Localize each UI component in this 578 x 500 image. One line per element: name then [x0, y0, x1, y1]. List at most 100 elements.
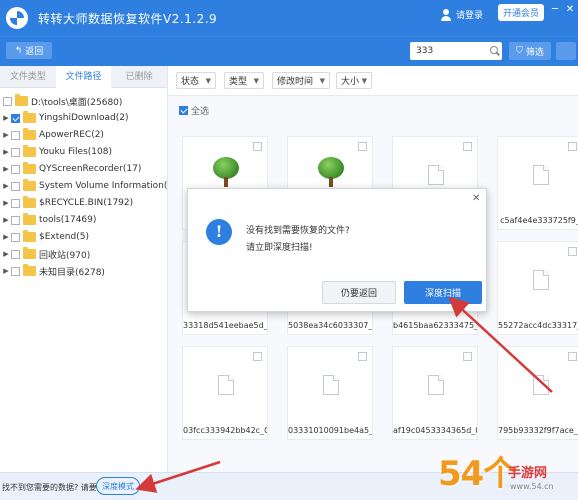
sidebar-folder-item[interactable]: ▶ $Extend(5) [2, 229, 89, 245]
folder-checkbox[interactable] [11, 113, 20, 123]
file-checkbox[interactable] [253, 352, 262, 361]
file-icon [428, 165, 444, 185]
folder-label: ApowerREC(2) [39, 130, 104, 140]
expand-caret-icon[interactable]: ▶ [2, 216, 10, 224]
expand-caret-icon[interactable]: ▶ [2, 182, 10, 190]
folder-label: YingshiDownload(2) [39, 113, 129, 123]
folder-label: System Volume Information(3) [39, 181, 177, 191]
folder-checkbox[interactable] [11, 147, 20, 157]
file-card[interactable]: af19c0453334365d_0 [392, 346, 478, 440]
folder-checkbox[interactable] [11, 215, 20, 225]
file-name: 795b93332f9f7ace_0 [498, 426, 578, 435]
title-bar: 转转大师数据恢复软件V2.1.2.9 请登录 开通会员 ─ ✕ [0, 0, 578, 36]
tab-file-type[interactable]: 文件类型 [0, 66, 56, 88]
folder-checkbox[interactable] [11, 164, 20, 174]
folder-checkbox[interactable] [11, 249, 20, 259]
bottom-hint: 找不到您需要的数据? 请要 [2, 483, 97, 492]
file-card[interactable]: 03331010091be4a5_0 [287, 346, 373, 440]
search-input[interactable] [416, 46, 488, 56]
minimize-icon[interactable]: ─ [549, 4, 561, 16]
sidebar-folder-item[interactable]: ▶ $RECYCLE.BIN(1792) [2, 195, 133, 211]
file-checkbox[interactable] [463, 142, 472, 151]
file-name: af19c0453334365d_0 [393, 426, 477, 435]
expand-caret-icon[interactable]: ▶ [2, 114, 10, 122]
file-icon [218, 375, 234, 395]
expand-caret-icon[interactable]: ▶ [2, 165, 10, 173]
sidebar-folder-item[interactable]: ▶ 回收站(970) [2, 246, 90, 262]
file-checkbox[interactable] [463, 352, 472, 361]
expand-caret-icon[interactable]: ▶ [2, 199, 10, 207]
file-checkbox[interactable] [568, 352, 577, 361]
file-name: 03fcc333942bb42c_0 [183, 426, 267, 435]
sidebar: 文件类型 文件路径 已删除 D:\tools\桌面(25680) ▶ Yingsh… [0, 66, 177, 472]
size-label: 大小 [341, 77, 360, 87]
sidebar-folder-item[interactable]: ▶ Youku Files(108) [2, 144, 112, 160]
folder-icon [15, 94, 28, 106]
file-name: 55272acc4dc33317_0 [498, 321, 578, 330]
file-checkbox[interactable] [358, 142, 367, 151]
sidebar-folder-item[interactable]: ▶ System Volume Information(3) [2, 178, 177, 194]
modified-label: 修改时间 [277, 77, 314, 87]
deep-mode-button[interactable]: 深度模式 [96, 477, 140, 495]
tree-root[interactable]: D:\tools\桌面(25680) [2, 93, 122, 109]
watermark-url: www.54.cn [510, 482, 554, 491]
search-icon[interactable] [490, 46, 500, 56]
vip-button[interactable]: 开通会员 [498, 4, 544, 21]
expand-caret-icon[interactable]: ▶ [2, 148, 10, 156]
tab-deleted[interactable]: 已删除 [111, 66, 167, 88]
return-anyway-button[interactable]: 仍要返回 [322, 281, 396, 304]
tab-file-path[interactable]: 文件路径 [55, 66, 112, 88]
file-name: 5038ea34c6033307_0 [288, 321, 372, 330]
select-all[interactable]: 全选 [178, 104, 209, 117]
modified-dropdown[interactable]: 修改时间 ▼ [272, 72, 330, 89]
app-title: 转转大师数据恢复软件V2.1.2.9 [38, 11, 218, 26]
more-button[interactable] [556, 42, 576, 60]
file-card[interactable]: c5af4e4e333725f9_ [497, 136, 578, 230]
folder-checkbox[interactable] [11, 181, 20, 191]
size-dropdown[interactable]: 大小 ▼ [336, 72, 372, 89]
folder-checkbox[interactable] [11, 232, 20, 242]
dialog-submessage: 请立即深度扫描! [246, 243, 313, 253]
chevron-down-icon: ▼ [253, 76, 259, 85]
expand-caret-icon[interactable]: ▶ [2, 250, 10, 258]
folder-checkbox[interactable] [11, 198, 20, 208]
filter-bar: 状态 ▼ 类型 ▼ 修改时间 ▼ 大小 ▼ [168, 66, 578, 96]
expand-caret-icon[interactable]: ▶ [2, 267, 10, 275]
folder-checkbox[interactable] [11, 266, 20, 276]
folder-checkbox[interactable] [11, 130, 20, 140]
expand-caret-icon[interactable]: ▶ [2, 131, 10, 139]
file-icon [533, 165, 549, 185]
chevron-down-icon: ▼ [205, 76, 211, 85]
file-card[interactable]: 55272acc4dc33317_0 [497, 241, 578, 335]
status-dropdown[interactable]: 状态 ▼ [176, 72, 216, 89]
close-window-icon[interactable]: ✕ [564, 4, 576, 16]
sidebar-folder-item[interactable]: ▶ YingshiDownload(2) [2, 110, 128, 126]
filter-icon: ⛉ [516, 46, 523, 56]
folder-icon [23, 213, 36, 225]
type-dropdown[interactable]: 类型 ▼ [224, 72, 264, 89]
tree-root-checkbox[interactable] [3, 96, 12, 106]
file-card[interactable]: 03fcc333942bb42c_0 [182, 346, 268, 440]
user-icon [440, 8, 452, 21]
file-checkbox[interactable] [358, 352, 367, 361]
expand-caret-icon[interactable]: ▶ [2, 233, 10, 241]
select-all-checkbox[interactable] [179, 106, 188, 115]
folder-label: Youku Files(108) [39, 147, 112, 157]
close-icon[interactable]: ✕ [472, 193, 480, 204]
sidebar-folder-item[interactable]: ▶ QYScreenRecorder(17) [2, 161, 141, 177]
login-link[interactable]: 请登录 [440, 8, 483, 21]
sidebar-folder-item[interactable]: ▶ ApowerREC(2) [2, 127, 104, 143]
sidebar-folder-item[interactable]: ▶ tools(17469) [2, 212, 96, 228]
deep-scan-button[interactable]: 深度扫描 [404, 281, 482, 304]
file-card[interactable]: 795b93332f9f7ace_0 [497, 346, 578, 440]
file-checkbox[interactable] [253, 142, 262, 151]
file-checkbox[interactable] [568, 247, 577, 256]
file-checkbox[interactable] [568, 142, 577, 151]
dialog-message: 没有找到需要恢复的文件? [246, 226, 350, 236]
folder-label: QYScreenRecorder(17) [39, 164, 142, 174]
back-button[interactable]: ↰ 返回 [6, 42, 52, 59]
sidebar-folder-item[interactable]: ▶ 未知目录(6278) [2, 263, 105, 279]
sidebar-tabs: 文件类型 文件路径 已删除 [0, 66, 167, 88]
filter-button[interactable]: ⛉ 筛选 [509, 42, 551, 60]
folder-icon [23, 230, 36, 242]
